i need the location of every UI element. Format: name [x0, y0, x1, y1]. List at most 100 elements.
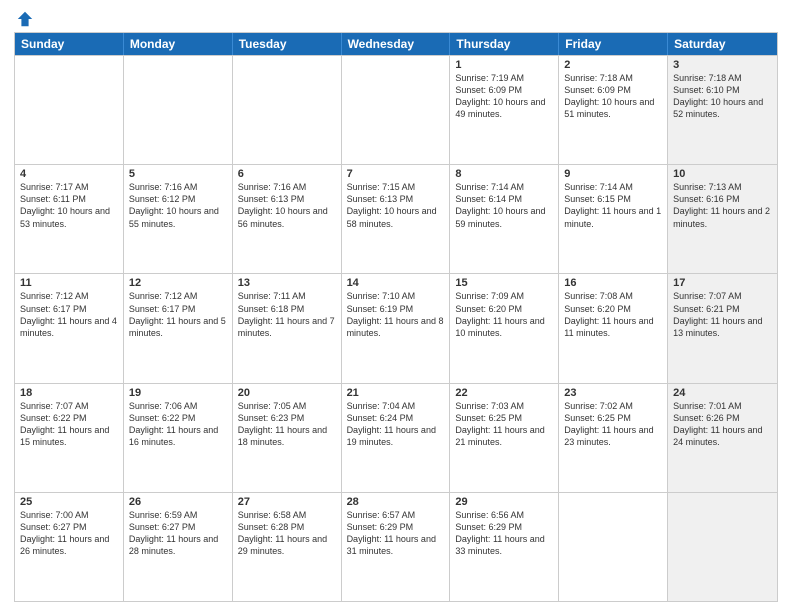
day-info: Sunrise: 7:14 AM Sunset: 6:14 PM Dayligh…	[455, 181, 553, 230]
day-info: Sunrise: 7:07 AM Sunset: 6:22 PM Dayligh…	[20, 400, 118, 449]
calendar-body: 1Sunrise: 7:19 AM Sunset: 6:09 PM Daylig…	[15, 55, 777, 601]
header	[14, 10, 778, 24]
calendar-cell: 14Sunrise: 7:10 AM Sunset: 6:19 PM Dayli…	[342, 274, 451, 382]
calendar-cell	[233, 56, 342, 164]
calendar-cell: 5Sunrise: 7:16 AM Sunset: 6:12 PM Daylig…	[124, 165, 233, 273]
day-info: Sunrise: 7:07 AM Sunset: 6:21 PM Dayligh…	[673, 290, 772, 339]
calendar-cell: 1Sunrise: 7:19 AM Sunset: 6:09 PM Daylig…	[450, 56, 559, 164]
calendar-cell: 15Sunrise: 7:09 AM Sunset: 6:20 PM Dayli…	[450, 274, 559, 382]
day-number: 14	[347, 277, 445, 289]
calendar-row-0: 1Sunrise: 7:19 AM Sunset: 6:09 PM Daylig…	[15, 55, 777, 164]
calendar-cell	[124, 56, 233, 164]
calendar-row-3: 18Sunrise: 7:07 AM Sunset: 6:22 PM Dayli…	[15, 383, 777, 492]
day-info: Sunrise: 7:12 AM Sunset: 6:17 PM Dayligh…	[20, 290, 118, 339]
calendar-cell: 6Sunrise: 7:16 AM Sunset: 6:13 PM Daylig…	[233, 165, 342, 273]
calendar-cell: 23Sunrise: 7:02 AM Sunset: 6:25 PM Dayli…	[559, 384, 668, 492]
calendar-cell: 13Sunrise: 7:11 AM Sunset: 6:18 PM Dayli…	[233, 274, 342, 382]
day-number: 7	[347, 168, 445, 180]
day-info: Sunrise: 6:57 AM Sunset: 6:29 PM Dayligh…	[347, 509, 445, 558]
page: SundayMondayTuesdayWednesdayThursdayFrid…	[0, 0, 792, 612]
day-info: Sunrise: 7:09 AM Sunset: 6:20 PM Dayligh…	[455, 290, 553, 339]
logo-icon	[16, 10, 34, 28]
calendar-cell: 9Sunrise: 7:14 AM Sunset: 6:15 PM Daylig…	[559, 165, 668, 273]
day-info: Sunrise: 7:13 AM Sunset: 6:16 PM Dayligh…	[673, 181, 772, 230]
day-info: Sunrise: 7:19 AM Sunset: 6:09 PM Dayligh…	[455, 72, 553, 121]
calendar-cell: 11Sunrise: 7:12 AM Sunset: 6:17 PM Dayli…	[15, 274, 124, 382]
day-info: Sunrise: 7:15 AM Sunset: 6:13 PM Dayligh…	[347, 181, 445, 230]
day-number: 19	[129, 387, 227, 399]
day-info: Sunrise: 7:17 AM Sunset: 6:11 PM Dayligh…	[20, 181, 118, 230]
day-number: 25	[20, 496, 118, 508]
calendar-cell: 22Sunrise: 7:03 AM Sunset: 6:25 PM Dayli…	[450, 384, 559, 492]
day-info: Sunrise: 7:11 AM Sunset: 6:18 PM Dayligh…	[238, 290, 336, 339]
day-info: Sunrise: 6:58 AM Sunset: 6:28 PM Dayligh…	[238, 509, 336, 558]
calendar-cell	[559, 493, 668, 601]
day-number: 17	[673, 277, 772, 289]
day-number: 3	[673, 59, 772, 71]
day-number: 28	[347, 496, 445, 508]
day-number: 21	[347, 387, 445, 399]
day-info: Sunrise: 7:10 AM Sunset: 6:19 PM Dayligh…	[347, 290, 445, 339]
day-number: 2	[564, 59, 662, 71]
day-info: Sunrise: 7:06 AM Sunset: 6:22 PM Dayligh…	[129, 400, 227, 449]
day-number: 1	[455, 59, 553, 71]
day-number: 8	[455, 168, 553, 180]
header-day-friday: Friday	[559, 33, 668, 55]
calendar-cell: 29Sunrise: 6:56 AM Sunset: 6:29 PM Dayli…	[450, 493, 559, 601]
calendar-cell: 25Sunrise: 7:00 AM Sunset: 6:27 PM Dayli…	[15, 493, 124, 601]
calendar-cell: 19Sunrise: 7:06 AM Sunset: 6:22 PM Dayli…	[124, 384, 233, 492]
day-number: 4	[20, 168, 118, 180]
day-number: 22	[455, 387, 553, 399]
header-day-tuesday: Tuesday	[233, 33, 342, 55]
day-info: Sunrise: 7:04 AM Sunset: 6:24 PM Dayligh…	[347, 400, 445, 449]
calendar-cell	[342, 56, 451, 164]
day-info: Sunrise: 7:18 AM Sunset: 6:09 PM Dayligh…	[564, 72, 662, 121]
calendar-cell: 26Sunrise: 6:59 AM Sunset: 6:27 PM Dayli…	[124, 493, 233, 601]
calendar-cell: 3Sunrise: 7:18 AM Sunset: 6:10 PM Daylig…	[668, 56, 777, 164]
calendar-cell: 17Sunrise: 7:07 AM Sunset: 6:21 PM Dayli…	[668, 274, 777, 382]
day-number: 6	[238, 168, 336, 180]
day-number: 5	[129, 168, 227, 180]
day-info: Sunrise: 6:59 AM Sunset: 6:27 PM Dayligh…	[129, 509, 227, 558]
calendar-cell: 8Sunrise: 7:14 AM Sunset: 6:14 PM Daylig…	[450, 165, 559, 273]
day-info: Sunrise: 7:00 AM Sunset: 6:27 PM Dayligh…	[20, 509, 118, 558]
day-info: Sunrise: 7:03 AM Sunset: 6:25 PM Dayligh…	[455, 400, 553, 449]
calendar-cell: 24Sunrise: 7:01 AM Sunset: 6:26 PM Dayli…	[668, 384, 777, 492]
day-number: 13	[238, 277, 336, 289]
calendar-cell: 7Sunrise: 7:15 AM Sunset: 6:13 PM Daylig…	[342, 165, 451, 273]
day-info: Sunrise: 7:05 AM Sunset: 6:23 PM Dayligh…	[238, 400, 336, 449]
day-number: 18	[20, 387, 118, 399]
calendar-row-1: 4Sunrise: 7:17 AM Sunset: 6:11 PM Daylig…	[15, 164, 777, 273]
logo	[14, 10, 34, 24]
day-number: 24	[673, 387, 772, 399]
calendar: SundayMondayTuesdayWednesdayThursdayFrid…	[14, 32, 778, 602]
day-info: Sunrise: 7:12 AM Sunset: 6:17 PM Dayligh…	[129, 290, 227, 339]
calendar-cell: 16Sunrise: 7:08 AM Sunset: 6:20 PM Dayli…	[559, 274, 668, 382]
day-number: 12	[129, 277, 227, 289]
day-info: Sunrise: 7:18 AM Sunset: 6:10 PM Dayligh…	[673, 72, 772, 121]
day-number: 27	[238, 496, 336, 508]
day-info: Sunrise: 7:01 AM Sunset: 6:26 PM Dayligh…	[673, 400, 772, 449]
day-number: 26	[129, 496, 227, 508]
day-number: 15	[455, 277, 553, 289]
day-number: 11	[20, 277, 118, 289]
calendar-cell: 21Sunrise: 7:04 AM Sunset: 6:24 PM Dayli…	[342, 384, 451, 492]
header-day-sunday: Sunday	[15, 33, 124, 55]
day-info: Sunrise: 6:56 AM Sunset: 6:29 PM Dayligh…	[455, 509, 553, 558]
header-day-saturday: Saturday	[668, 33, 777, 55]
day-number: 29	[455, 496, 553, 508]
calendar-cell: 12Sunrise: 7:12 AM Sunset: 6:17 PM Dayli…	[124, 274, 233, 382]
header-day-thursday: Thursday	[450, 33, 559, 55]
day-number: 23	[564, 387, 662, 399]
calendar-cell	[15, 56, 124, 164]
day-info: Sunrise: 7:08 AM Sunset: 6:20 PM Dayligh…	[564, 290, 662, 339]
calendar-cell: 18Sunrise: 7:07 AM Sunset: 6:22 PM Dayli…	[15, 384, 124, 492]
day-info: Sunrise: 7:14 AM Sunset: 6:15 PM Dayligh…	[564, 181, 662, 230]
day-number: 20	[238, 387, 336, 399]
calendar-cell	[668, 493, 777, 601]
day-number: 16	[564, 277, 662, 289]
calendar-cell: 2Sunrise: 7:18 AM Sunset: 6:09 PM Daylig…	[559, 56, 668, 164]
day-info: Sunrise: 7:16 AM Sunset: 6:12 PM Dayligh…	[129, 181, 227, 230]
calendar-cell: 4Sunrise: 7:17 AM Sunset: 6:11 PM Daylig…	[15, 165, 124, 273]
calendar-cell: 27Sunrise: 6:58 AM Sunset: 6:28 PM Dayli…	[233, 493, 342, 601]
